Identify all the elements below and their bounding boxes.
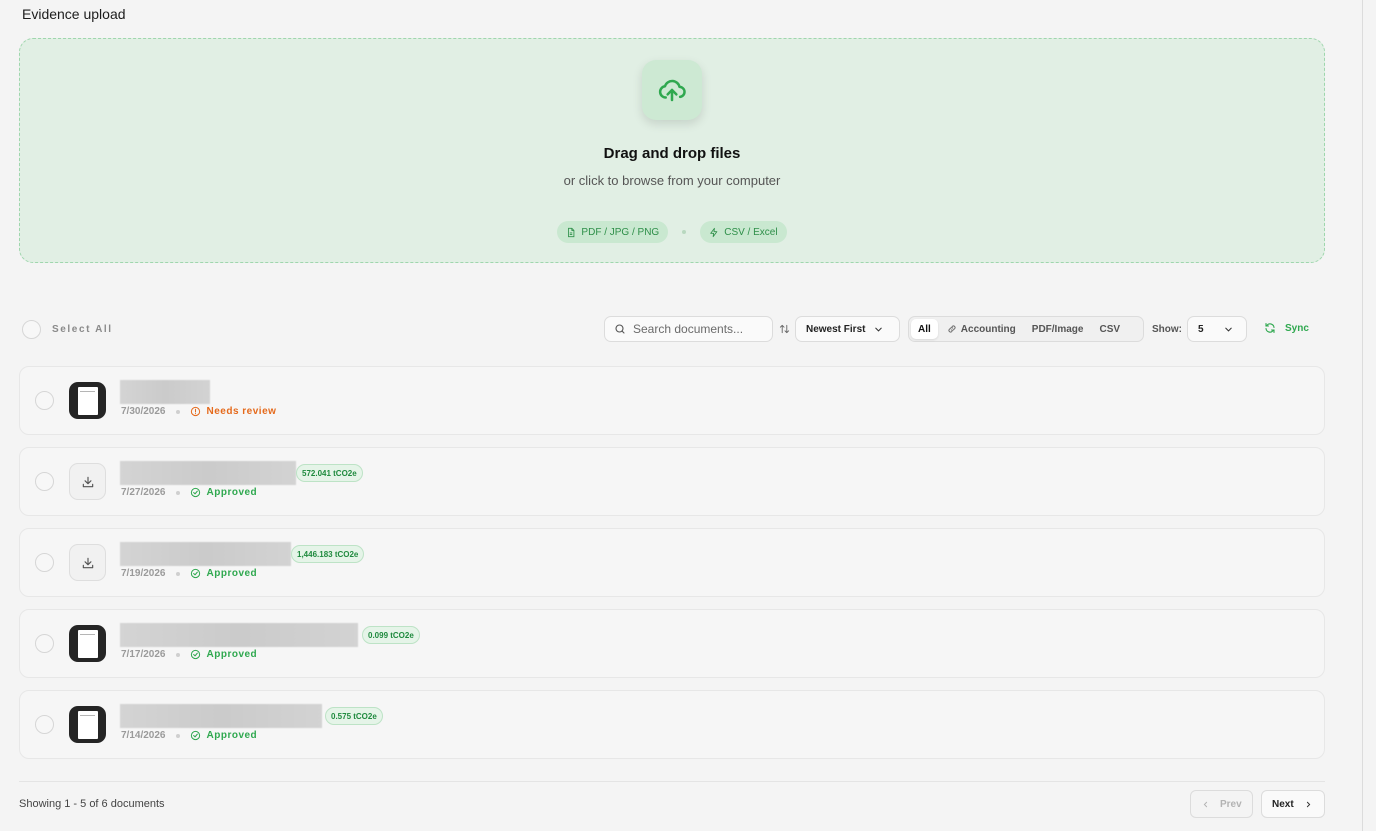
document-meta: 7/30/2026 Needs review	[121, 406, 276, 417]
chip-label: CSV / Excel	[724, 226, 778, 238]
chevron-left-icon	[1203, 801, 1208, 807]
filter-csv[interactable]: CSV	[1092, 319, 1127, 339]
status-label: Approved	[206, 730, 258, 741]
check-circle-icon	[190, 649, 200, 660]
filter-pdf-image[interactable]: PDF/Image	[1025, 319, 1091, 339]
document-meta: 7/27/2026 Approved	[121, 487, 257, 498]
sort-icon	[779, 324, 790, 334]
download-thumbnail[interactable]	[69, 463, 106, 500]
document-list: 7/30/2026 Needs review 572.041 tCO2e 7/2…	[19, 366, 1325, 771]
file-type-chip-pdf: PDF / JPG / PNG	[557, 221, 669, 243]
download-thumbnail[interactable]	[69, 544, 106, 581]
row-checkbox[interactable]	[35, 391, 54, 410]
row-checkbox[interactable]	[35, 553, 54, 572]
sync-button[interactable]: Sync	[1264, 322, 1309, 334]
next-label: Next	[1272, 798, 1294, 810]
cloud-upload-icon	[642, 60, 702, 120]
next-page-button[interactable]: Next	[1261, 790, 1325, 818]
scrollbar-track	[1362, 0, 1363, 831]
status-label: Needs review	[206, 406, 277, 417]
status-badge: Approved	[190, 730, 258, 741]
sort-value: Newest First	[806, 323, 866, 335]
status-badge: Approved	[190, 649, 258, 660]
file-dropzone[interactable]: Drag and drop files or click to browse f…	[19, 38, 1325, 263]
sync-label: Sync	[1285, 322, 1309, 334]
document-name-redacted	[120, 542, 291, 566]
document-row[interactable]: 0.575 tCO2e 7/14/2026 Approved	[19, 690, 1325, 759]
filter-accounting-label: Accounting	[960, 323, 1016, 335]
pagination-summary: Showing 1 - 5 of 6 documents	[19, 798, 165, 810]
document-date: 7/19/2026	[121, 568, 166, 579]
page-size-value: 5	[1198, 323, 1204, 335]
document-name-redacted	[120, 461, 296, 485]
filter-all[interactable]: All	[911, 319, 938, 339]
emission-badge: 572.041 tCO2e	[296, 464, 363, 482]
row-checkbox[interactable]	[35, 634, 54, 653]
dropzone-subtitle: or click to browse from your computer	[563, 173, 781, 188]
search-box[interactable]	[604, 316, 773, 342]
status-label: Approved	[206, 487, 258, 498]
emission-badge: 0.575 tCO2e	[325, 707, 383, 725]
emission-badge: 0.099 tCO2e	[362, 626, 420, 644]
check-circle-icon	[190, 487, 200, 498]
check-circle-icon	[190, 730, 200, 741]
prev-label: Prev	[1220, 798, 1242, 810]
type-filter-group: All Accounting PDF/Image CSV	[908, 316, 1144, 342]
page-size-label: Show:	[1152, 324, 1182, 335]
chevron-down-icon	[875, 327, 883, 332]
document-date: 7/30/2026	[121, 406, 166, 417]
refresh-icon	[1265, 322, 1275, 334]
search-input[interactable]	[633, 322, 763, 336]
document-thumbnail	[69, 706, 106, 743]
document-name-redacted	[120, 704, 322, 728]
dropzone-title: Drag and drop files	[603, 145, 741, 162]
file-icon	[568, 227, 575, 237]
chevron-right-icon	[1306, 801, 1310, 807]
status-badge: Needs review	[190, 406, 277, 417]
document-date: 7/17/2026	[121, 649, 166, 660]
link-icon	[948, 325, 956, 333]
page-title: Evidence upload	[22, 6, 126, 22]
page-size-dropdown[interactable]: 5	[1187, 316, 1247, 342]
file-type-chip-csv: CSV / Excel	[700, 221, 787, 243]
status-badge: Approved	[190, 487, 258, 498]
filter-accounting[interactable]: Accounting	[940, 319, 1023, 339]
prev-page-button[interactable]: Prev	[1190, 790, 1253, 818]
document-meta: 7/14/2026 Approved	[121, 730, 257, 741]
document-date: 7/14/2026	[121, 730, 166, 741]
select-all-label: Select All	[52, 324, 113, 335]
document-meta: 7/19/2026 Approved	[121, 568, 257, 579]
document-row[interactable]: 1,446.183 tCO2e 7/19/2026 Approved	[19, 528, 1325, 597]
status-badge: Approved	[190, 568, 258, 579]
sort-dropdown[interactable]: Newest First	[795, 316, 900, 342]
chip-separator	[682, 230, 687, 234]
document-meta: 7/17/2026 Approved	[121, 649, 257, 660]
search-icon	[615, 324, 625, 334]
footer-divider	[19, 781, 1325, 782]
document-thumbnail	[69, 625, 106, 662]
download-icon	[82, 476, 93, 487]
chip-label: PDF / JPG / PNG	[581, 226, 660, 238]
status-label: Approved	[206, 649, 258, 660]
row-checkbox[interactable]	[35, 715, 54, 734]
lightning-icon	[710, 227, 718, 237]
document-row[interactable]: 7/30/2026 Needs review	[19, 366, 1325, 435]
document-thumbnail	[69, 382, 106, 419]
row-checkbox[interactable]	[35, 472, 54, 491]
status-label: Approved	[206, 568, 258, 579]
document-row[interactable]: 572.041 tCO2e 7/27/2026 Approved	[19, 447, 1325, 516]
documents-toolbar: Select All Newest First All Accounting P…	[19, 315, 1325, 345]
checkbox-circle[interactable]	[22, 320, 41, 339]
document-date: 7/27/2026	[121, 487, 166, 498]
check-circle-icon	[190, 568, 200, 579]
alert-circle-icon	[190, 406, 200, 417]
download-icon	[82, 557, 93, 568]
document-row[interactable]: 0.099 tCO2e 7/17/2026 Approved	[19, 609, 1325, 678]
document-name-redacted	[120, 623, 358, 647]
emission-badge: 1,446.183 tCO2e	[291, 545, 365, 563]
document-name-redacted	[120, 380, 210, 404]
select-all-checkbox[interactable]: Select All	[22, 320, 113, 339]
chevron-down-icon	[1225, 327, 1232, 332]
